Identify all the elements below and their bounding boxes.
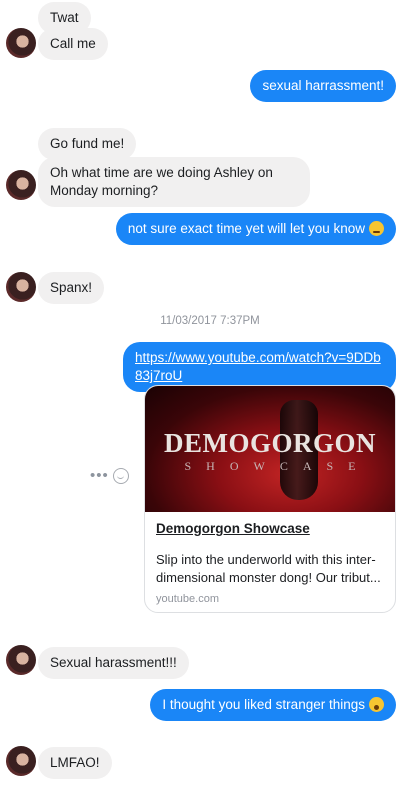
message-text: not sure exact time yet will let you kno… — [127, 221, 365, 236]
message-text: Twat — [50, 10, 79, 25]
thumbnail-title: DEMOGORGON — [164, 428, 376, 458]
message-text: Go fund me! — [50, 136, 125, 151]
message-text: I thought you liked stranger things — [162, 697, 365, 712]
avatar[interactable] — [6, 170, 36, 200]
incoming-message[interactable]: Oh what time are we doing Ashley on Mond… — [38, 157, 310, 207]
avatar[interactable] — [6, 746, 36, 776]
react-icon[interactable] — [112, 468, 129, 485]
message-text: Sexual harassment!!! — [50, 655, 177, 670]
incoming-message[interactable]: Go fund me! — [38, 128, 137, 160]
more-options-icon[interactable]: ••• — [90, 467, 109, 484]
message-text: Oh what time are we doing Ashley on Mond… — [50, 165, 273, 198]
card-domain: youtube.com — [156, 593, 219, 605]
message-text: Call me — [50, 36, 96, 51]
outgoing-message[interactable]: I thought you liked stranger things — [150, 689, 396, 721]
avatar[interactable] — [6, 272, 36, 302]
message-text: Spanx! — [50, 280, 93, 295]
outgoing-message[interactable]: sexual harrassment! — [250, 70, 396, 102]
message-timestamp: 11/03/2017 7:37PM — [160, 315, 260, 327]
surprised-face-icon — [369, 697, 384, 712]
link-preview-card[interactable]: DEMOGORGON SHOWCASE Demogorgon Showcase … — [144, 385, 396, 613]
avatar[interactable] — [6, 28, 36, 58]
thumbnail-subtitle: SHOWCASE — [184, 459, 371, 473]
message-link[interactable]: https://www.youtube.com/watch?v=9DDb83j7… — [135, 350, 381, 383]
outgoing-message[interactable]: not sure exact time yet will let you kno… — [115, 213, 396, 245]
message-actions: ••• — [90, 467, 129, 485]
card-description: Slip into the underworld with this inter… — [156, 552, 381, 585]
video-thumbnail[interactable]: DEMOGORGON SHOWCASE — [145, 386, 395, 512]
incoming-message[interactable]: Call me — [38, 28, 108, 60]
card-title[interactable]: Demogorgon Showcase — [156, 520, 384, 538]
incoming-message[interactable]: Spanx! — [38, 272, 105, 304]
thinking-face-icon — [369, 221, 384, 236]
incoming-message[interactable]: LMFAO! — [38, 747, 112, 779]
avatar[interactable] — [6, 645, 36, 675]
message-text: LMFAO! — [50, 755, 100, 770]
message-text: sexual harrassment! — [262, 78, 384, 93]
incoming-message[interactable]: Sexual harassment!!! — [38, 647, 189, 679]
